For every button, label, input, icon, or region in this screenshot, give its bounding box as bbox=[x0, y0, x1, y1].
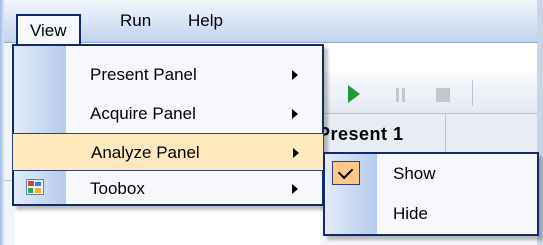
submenu-arrow-icon bbox=[292, 70, 298, 80]
pause-icon[interactable] bbox=[396, 88, 405, 102]
submenu-item-label: Show bbox=[393, 164, 436, 183]
submenu-arrow-icon bbox=[292, 184, 298, 194]
menu-item-label: Acquire Panel bbox=[90, 104, 196, 123]
submenu-arrow-icon bbox=[293, 148, 299, 158]
menu-item-acquire-panel[interactable]: Acquire Panel bbox=[14, 95, 322, 133]
checkmark-icon bbox=[337, 163, 354, 180]
submenu-item-hide[interactable]: Hide bbox=[325, 195, 537, 233]
checked-indicator bbox=[332, 161, 360, 185]
menu-item-present-panel[interactable]: Present Panel bbox=[14, 56, 322, 94]
submenu-item-label: Hide bbox=[393, 204, 428, 223]
stop-icon[interactable] bbox=[436, 88, 450, 102]
toolbar-separator bbox=[472, 80, 473, 106]
menu-item-analyze-panel[interactable]: Analyze Panel bbox=[12, 133, 324, 171]
menu-item-label: Toobox bbox=[90, 179, 145, 198]
submenu-item-show[interactable]: Show bbox=[325, 155, 537, 193]
menu-run[interactable]: Run bbox=[106, 0, 165, 42]
menu-view[interactable]: View bbox=[16, 14, 81, 45]
view-menu-dropdown: Present Panel Acquire Panel Analyze Pane… bbox=[12, 44, 324, 206]
menu-item-label: Analyze Panel bbox=[91, 143, 200, 162]
menu-bar: View Run Help bbox=[4, 0, 537, 45]
menu-help[interactable]: Help bbox=[174, 0, 237, 42]
menu-item-toobox[interactable]: Toobox bbox=[14, 170, 322, 208]
panel-header-title: Present 1 bbox=[318, 124, 404, 144]
submenu-arrow-icon bbox=[292, 109, 298, 119]
play-icon[interactable] bbox=[348, 85, 360, 103]
divider bbox=[445, 114, 446, 154]
toolbox-icon bbox=[26, 179, 44, 195]
analyze-panel-submenu: Show Hide bbox=[323, 152, 539, 236]
menu-item-label: Present Panel bbox=[90, 65, 197, 84]
